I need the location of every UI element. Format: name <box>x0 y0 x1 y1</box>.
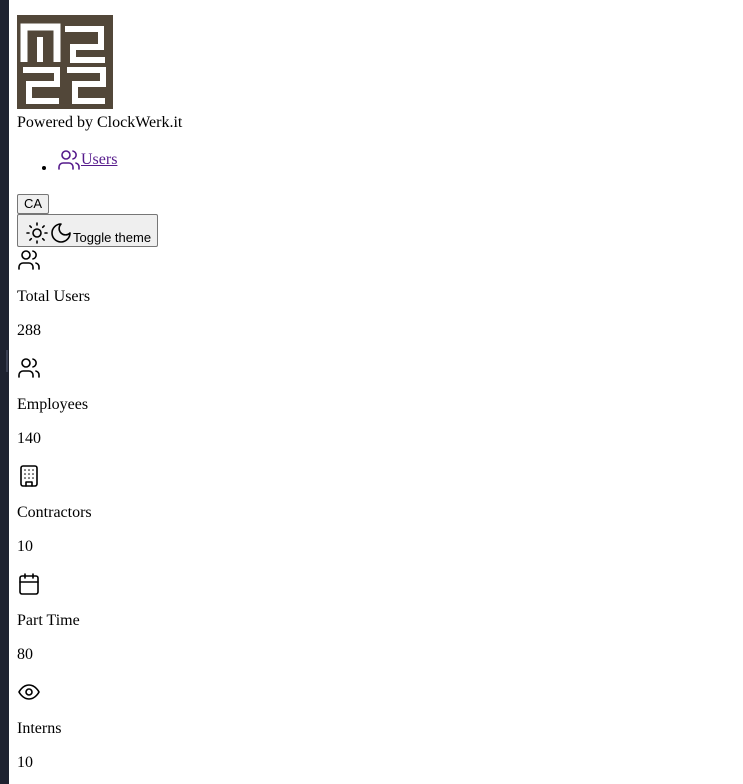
eye-icon <box>18 684 40 700</box>
stat-card-total-users: Total Users 288 <box>17 248 737 340</box>
calendar-icon <box>19 573 39 595</box>
maze-logo-icon <box>17 15 113 109</box>
stats-section: Total Users 288 Employees 140 Contractor… <box>17 248 737 772</box>
users-icon <box>58 150 80 170</box>
avatar-button[interactable]: CA <box>17 194 50 214</box>
stat-label: Interns <box>17 720 62 737</box>
stat-value: 80 <box>17 646 33 663</box>
stat-value: 288 <box>17 322 41 339</box>
window-edge <box>0 0 9 784</box>
stat-label: Employees <box>17 396 89 413</box>
stat-value: 10 <box>17 754 33 771</box>
stat-value: 140 <box>17 430 41 447</box>
resize-handle[interactable] <box>6 350 8 372</box>
nav-link-users[interactable]: Users <box>57 148 117 172</box>
toggle-theme-button[interactable]: Toggle theme <box>17 214 159 247</box>
nav-menu: Users <box>17 148 737 180</box>
building-icon <box>20 465 38 487</box>
users-icon <box>18 358 40 378</box>
toggle-theme-label: Toggle theme <box>73 230 152 245</box>
nav-item-users: Users <box>57 148 737 180</box>
stat-label: Total Users <box>17 288 91 305</box>
stat-value: 10 <box>17 538 33 555</box>
sun-icon <box>26 222 48 244</box>
nav-link-label: Users <box>81 151 118 168</box>
page: Powered by ClockWerk.it Users CA Toggle … <box>17 15 737 772</box>
powered-by-text: Powered by ClockWerk.it <box>17 114 183 131</box>
users-icon <box>18 250 40 270</box>
stat-label: Contractors <box>17 504 92 521</box>
stat-card-interns: Interns 10 <box>17 680 737 772</box>
stat-card-contractors: Contractors 10 <box>17 464 737 556</box>
moon-icon <box>51 223 71 243</box>
stat-card-employees: Employees 140 <box>17 356 737 448</box>
stat-card-part-time: Part Time 80 <box>17 572 737 664</box>
stat-label: Part Time <box>17 612 80 629</box>
